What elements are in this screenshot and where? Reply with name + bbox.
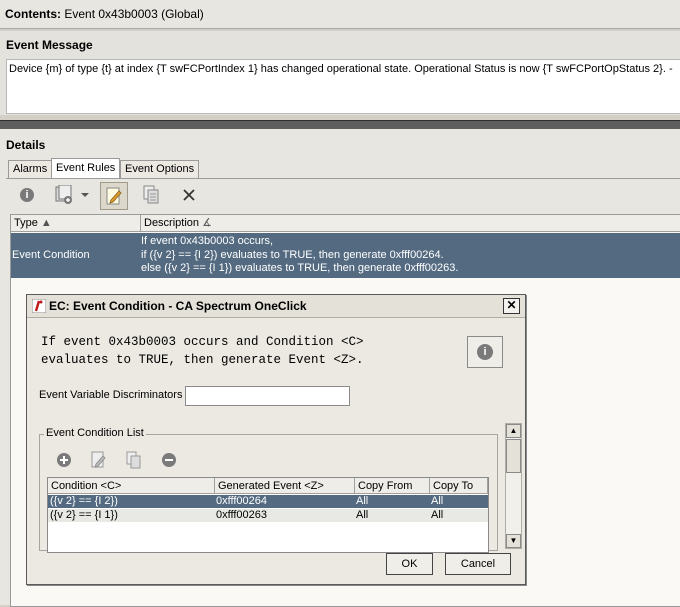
details-heading: Details [6,138,46,152]
column-header-type[interactable]: Type ▲ [11,215,141,232]
close-icon[interactable]: ✕ [503,298,520,314]
remove-condition-icon[interactable] [161,452,177,471]
discriminators-label: Event Variable Discriminators [39,389,183,401]
discriminators-input[interactable] [185,386,350,406]
event-condition-dialog: EC: Event Condition - CA Spectrum OneCli… [26,294,526,585]
event-condition-list: Event Condition List Condition <C> Gener… [39,427,498,553]
row-type: Event Condition [12,249,90,261]
copy-condition-icon[interactable] [126,451,142,472]
dialog-description: If event 0x43b0003 occurs and Condition … [41,335,364,367]
ok-button[interactable]: OK [386,553,433,575]
cancel-button[interactable]: Cancel [445,553,511,575]
sort-asc-icon: ▲ [40,217,52,229]
edit-column-icon: ∡ [202,217,212,229]
add-condition-icon[interactable] [56,452,72,471]
contents-title: Contents: Event 0x43b0003 (Global) [5,7,204,21]
rules-toolbar: i [10,180,680,210]
event-message-heading: Event Message [6,38,93,52]
table-row[interactable]: ({v 2} == {I 1}) 0xfff00263 All All [48,509,488,522]
dialog-title: EC: Event Condition - CA Spectrum OneCli… [49,299,307,313]
event-message-text: Device {m} of type {t} at index {T swFCP… [9,63,673,75]
event-message-panel: Event Message Device {m} of type {t} at … [0,31,680,115]
app-icon [32,299,46,313]
column-header-copy-from[interactable]: Copy From [355,478,430,494]
column-header-description[interactable]: Description ∡ [141,215,680,232]
tab-alarms[interactable]: Alarms [8,160,53,178]
tab-event-options[interactable]: Event Options [120,160,200,178]
scroll-up-icon[interactable]: ▲ [506,424,521,438]
add-rule-icon[interactable] [52,182,94,208]
dialog-scrollbar[interactable]: ▲ ▼ [505,423,522,549]
contents-bar: Contents: Event 0x43b0003 (Global) [0,0,680,29]
column-header-generated-event[interactable]: Generated Event <Z> [215,478,355,494]
row-description: If event 0x43b0003 occurs, if ({v 2} == … [141,235,459,274]
tab-divider [6,178,680,179]
dialog-titlebar[interactable]: EC: Event Condition - CA Spectrum OneCli… [27,295,525,318]
info-icon: i [477,344,493,360]
scroll-down-icon[interactable]: ▼ [506,534,521,548]
tab-event-rules[interactable]: Event Rules [51,158,121,179]
column-header-copy-to[interactable]: Copy To [430,478,488,494]
list-legend: Event Condition List [44,427,146,439]
scroll-thumb[interactable] [506,439,521,473]
condition-table: Condition <C> Generated Event <Z> Copy F… [47,477,489,553]
column-header-condition[interactable]: Condition <C> [48,478,215,494]
copy-icon[interactable] [138,182,164,208]
table-row[interactable]: Event Condition If event 0x43b0003 occur… [11,233,680,278]
info-icon[interactable]: i [14,182,40,208]
delete-icon[interactable] [176,182,202,208]
table-row[interactable]: ({v 2} == {I 2}) 0xfff00264 All All [48,495,488,508]
event-message-box[interactable]: Device {m} of type {t} at index {T swFCP… [6,59,680,114]
dialog-info-button[interactable]: i [467,336,503,368]
edit-condition-icon[interactable] [91,451,107,472]
edit-icon[interactable] [100,182,128,210]
